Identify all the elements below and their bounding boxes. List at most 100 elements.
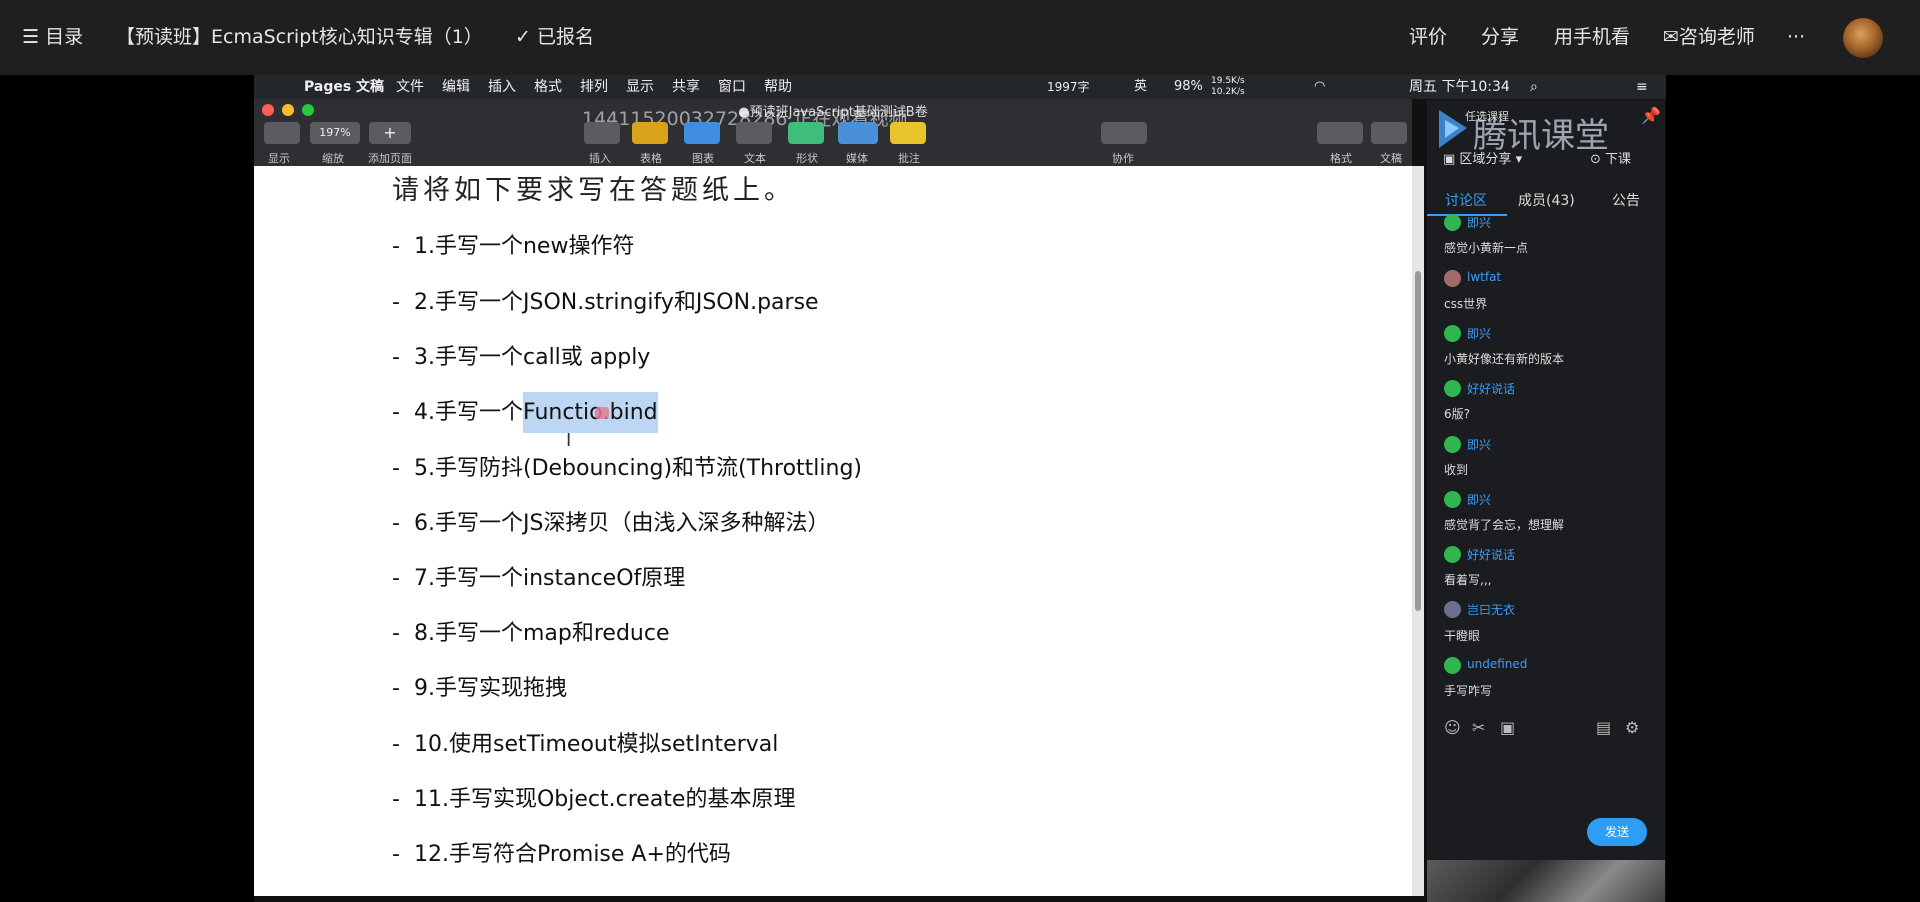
enrolled-status: ✓ 已报名 <box>515 26 594 48</box>
toolbar-label-chart: 图表 <box>692 152 714 165</box>
list-item: -7.手写一个instanceOf原理 <box>392 566 686 591</box>
list-item: -1.手写一个new操作符 <box>392 234 635 259</box>
media-button[interactable] <box>838 122 878 144</box>
chat-username[interactable]: 即兴 <box>1467 436 1491 453</box>
chart-button[interactable] <box>684 122 720 144</box>
course-title: 【预读班】EcmaScript核心知识专辑（1） <box>116 26 483 48</box>
image-icon[interactable]: ▣ <box>1500 718 1515 737</box>
user-avatar[interactable] <box>1843 18 1883 58</box>
toolbar-label-media: 媒体 <box>846 152 868 165</box>
chat-message: 收到 <box>1444 463 1469 477</box>
pin-icon[interactable]: 📌 <box>1641 106 1661 125</box>
chat-username[interactable]: 即兴 <box>1467 491 1491 508</box>
document-panel-button[interactable] <box>1371 122 1407 144</box>
text-button[interactable] <box>736 122 772 144</box>
menu-view[interactable]: 显示 <box>626 75 654 99</box>
chat-message: 6版? <box>1444 407 1471 421</box>
menu-app-name[interactable]: Pages 文稿 <box>304 75 384 99</box>
region-select-icon: ▣ <box>1443 152 1460 167</box>
chat-icon: ✉ <box>1663 26 1679 48</box>
consult-teacher-button[interactable]: ✉咨询老师 <box>1663 0 1755 75</box>
chat-message: 看着写,,, <box>1444 573 1492 587</box>
chat-username[interactable]: 即兴 <box>1467 214 1491 231</box>
rate-button[interactable]: 评价 <box>1409 0 1447 75</box>
menu-share[interactable]: 共享 <box>672 75 700 99</box>
send-button[interactable]: 发送 <box>1587 818 1647 846</box>
collaborate-button[interactable] <box>1101 122 1147 144</box>
user-avatar-icon <box>1444 601 1461 618</box>
wechat-icon <box>1444 214 1461 231</box>
add-page-button[interactable]: + <box>369 122 411 144</box>
clock[interactable]: 周五 下午10:34 <box>1409 75 1510 99</box>
spotlight-icon[interactable]: ⌕ <box>1530 75 1538 99</box>
end-class-button[interactable]: ⊙ 下课 <box>1590 148 1631 167</box>
document-heading: 请将如下要求写在答题纸上。 <box>392 175 795 206</box>
word-count: 1997字 <box>1047 80 1090 94</box>
table-button[interactable] <box>632 122 668 144</box>
chat-username[interactable]: 好好说话 <box>1467 380 1515 397</box>
shape-button[interactable] <box>788 122 824 144</box>
format-panel-button[interactable] <box>1317 122 1363 144</box>
tab-members[interactable]: 成员(43) <box>1518 190 1575 210</box>
chat-username[interactable]: undefined <box>1467 657 1527 671</box>
choose-course-label: 任选课程 <box>1465 110 1509 123</box>
menu-arrange[interactable]: 排列 <box>580 75 608 99</box>
wechat-icon <box>1444 436 1461 453</box>
tab-announcement[interactable]: 公告 <box>1612 190 1640 210</box>
toolbar-label-format: 格式 <box>1330 152 1352 165</box>
chat-message: 小黄好像还有新的版本 <box>1444 352 1565 366</box>
area-share-button[interactable]: ▣ 区域分享 ▾ <box>1443 148 1522 167</box>
zoom-select[interactable]: 197% <box>310 122 360 144</box>
chat-message: 干瞪眼 <box>1444 629 1481 643</box>
user-avatar-icon <box>1444 270 1461 287</box>
tab-discussion[interactable]: 讨论区 <box>1445 190 1487 210</box>
menu-help[interactable]: 帮助 <box>764 75 792 99</box>
panel-tabs: 讨论区 成员(43) 公告 <box>1427 182 1665 216</box>
view-button[interactable] <box>264 122 300 144</box>
menu-format[interactable]: 格式 <box>534 75 562 99</box>
text-cursor-icon: I <box>566 430 572 451</box>
toolbar-label-comment: 批注 <box>898 152 920 165</box>
toolbar-label-document: 文稿 <box>1380 152 1402 165</box>
chat-message: 感觉小黄新一点 <box>1444 241 1529 255</box>
list-item: -9.手写实现拖拽 <box>392 676 567 701</box>
scissors-icon[interactable]: ✂ <box>1472 718 1485 737</box>
pointer-marker <box>594 407 609 419</box>
comment-icon[interactable]: ▤ <box>1596 718 1611 737</box>
toolbar-label-text: 文本 <box>744 152 766 165</box>
document-scrollbar[interactable] <box>1412 166 1424 896</box>
list-item: -8.手写一个map和reduce <box>392 621 670 646</box>
menu-insert[interactable]: 插入 <box>488 75 516 99</box>
settings-icon[interactable]: ⚙ <box>1625 718 1639 737</box>
input-method[interactable]: 英 <box>1134 75 1147 99</box>
wechat-icon <box>1444 546 1461 563</box>
menu-edit[interactable]: 编辑 <box>442 75 470 99</box>
toolbar-label-collaborate: 协作 <box>1112 152 1134 165</box>
menu-file[interactable]: 文件 <box>396 75 424 99</box>
battery-percent: 98% <box>1174 79 1203 94</box>
insert-button[interactable] <box>584 122 620 144</box>
share-button[interactable]: 分享 <box>1481 0 1519 75</box>
list-item: -2.手写一个JSON.stringify和JSON.parse <box>392 290 819 315</box>
chat-username[interactable]: 即兴 <box>1467 325 1491 342</box>
catalog-button[interactable]: ☰ 目录 <box>22 0 83 75</box>
menu-window[interactable]: 窗口 <box>718 75 746 99</box>
wechat-icon <box>1444 491 1461 508</box>
wifi-icon[interactable]: ◠ <box>1314 75 1325 99</box>
mobile-view-button[interactable]: 用手机看 <box>1554 0 1630 75</box>
chat-message: css世界 <box>1444 297 1488 311</box>
classroom-panel: 腾讯课堂 任选课程 📌 ▣ 区域分享 ▾ ⊙ 下课 讨论区 成员(43) 公告 … <box>1427 100 1665 892</box>
emoji-icon[interactable]: ☺ <box>1444 718 1461 737</box>
wechat-icon <box>1444 380 1461 397</box>
selected-text[interactable]: Functio.bind <box>523 392 658 433</box>
chat-username[interactable]: 岂曰无衣 <box>1467 601 1515 618</box>
comment-button[interactable] <box>890 122 926 144</box>
chat-username[interactable]: 好好说话 <box>1467 546 1515 563</box>
more-button[interactable]: ··· <box>1787 0 1805 75</box>
notification-center-icon[interactable]: ≡ <box>1636 75 1648 99</box>
chat-username[interactable]: lwtfat <box>1467 270 1501 284</box>
dropdown-icon: ▾ <box>1511 152 1523 167</box>
list-item: -12.手写符合Promise A+的代码 <box>392 842 731 867</box>
camera-preview <box>1427 860 1665 902</box>
scrollbar-thumb[interactable] <box>1415 271 1421 611</box>
